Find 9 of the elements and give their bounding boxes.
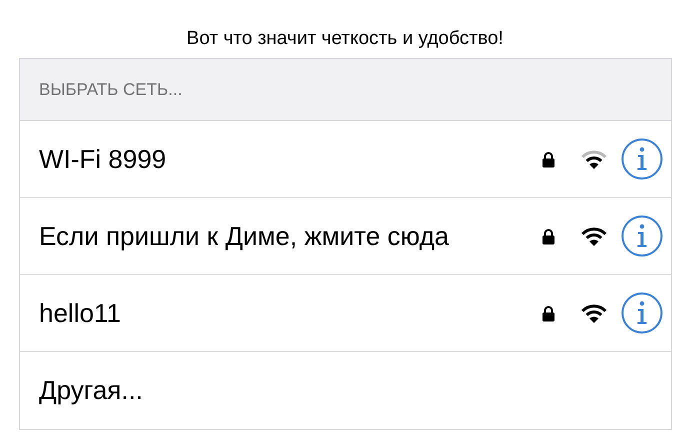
info-icon[interactable] <box>621 215 663 257</box>
section-header: ВЫБРАТЬ СЕТЬ... <box>20 59 671 121</box>
network-name: hello11 <box>39 296 121 330</box>
network-name: Другая... <box>39 374 143 407</box>
info-icon[interactable] <box>621 138 663 180</box>
caption: Вот что значит четкость и удобство! <box>186 27 504 51</box>
info-icon[interactable] <box>621 292 663 334</box>
network-name: WI-Fi 8999 <box>39 142 166 176</box>
network-name: Если пришли к Диме, жмите сюда <box>39 220 449 252</box>
